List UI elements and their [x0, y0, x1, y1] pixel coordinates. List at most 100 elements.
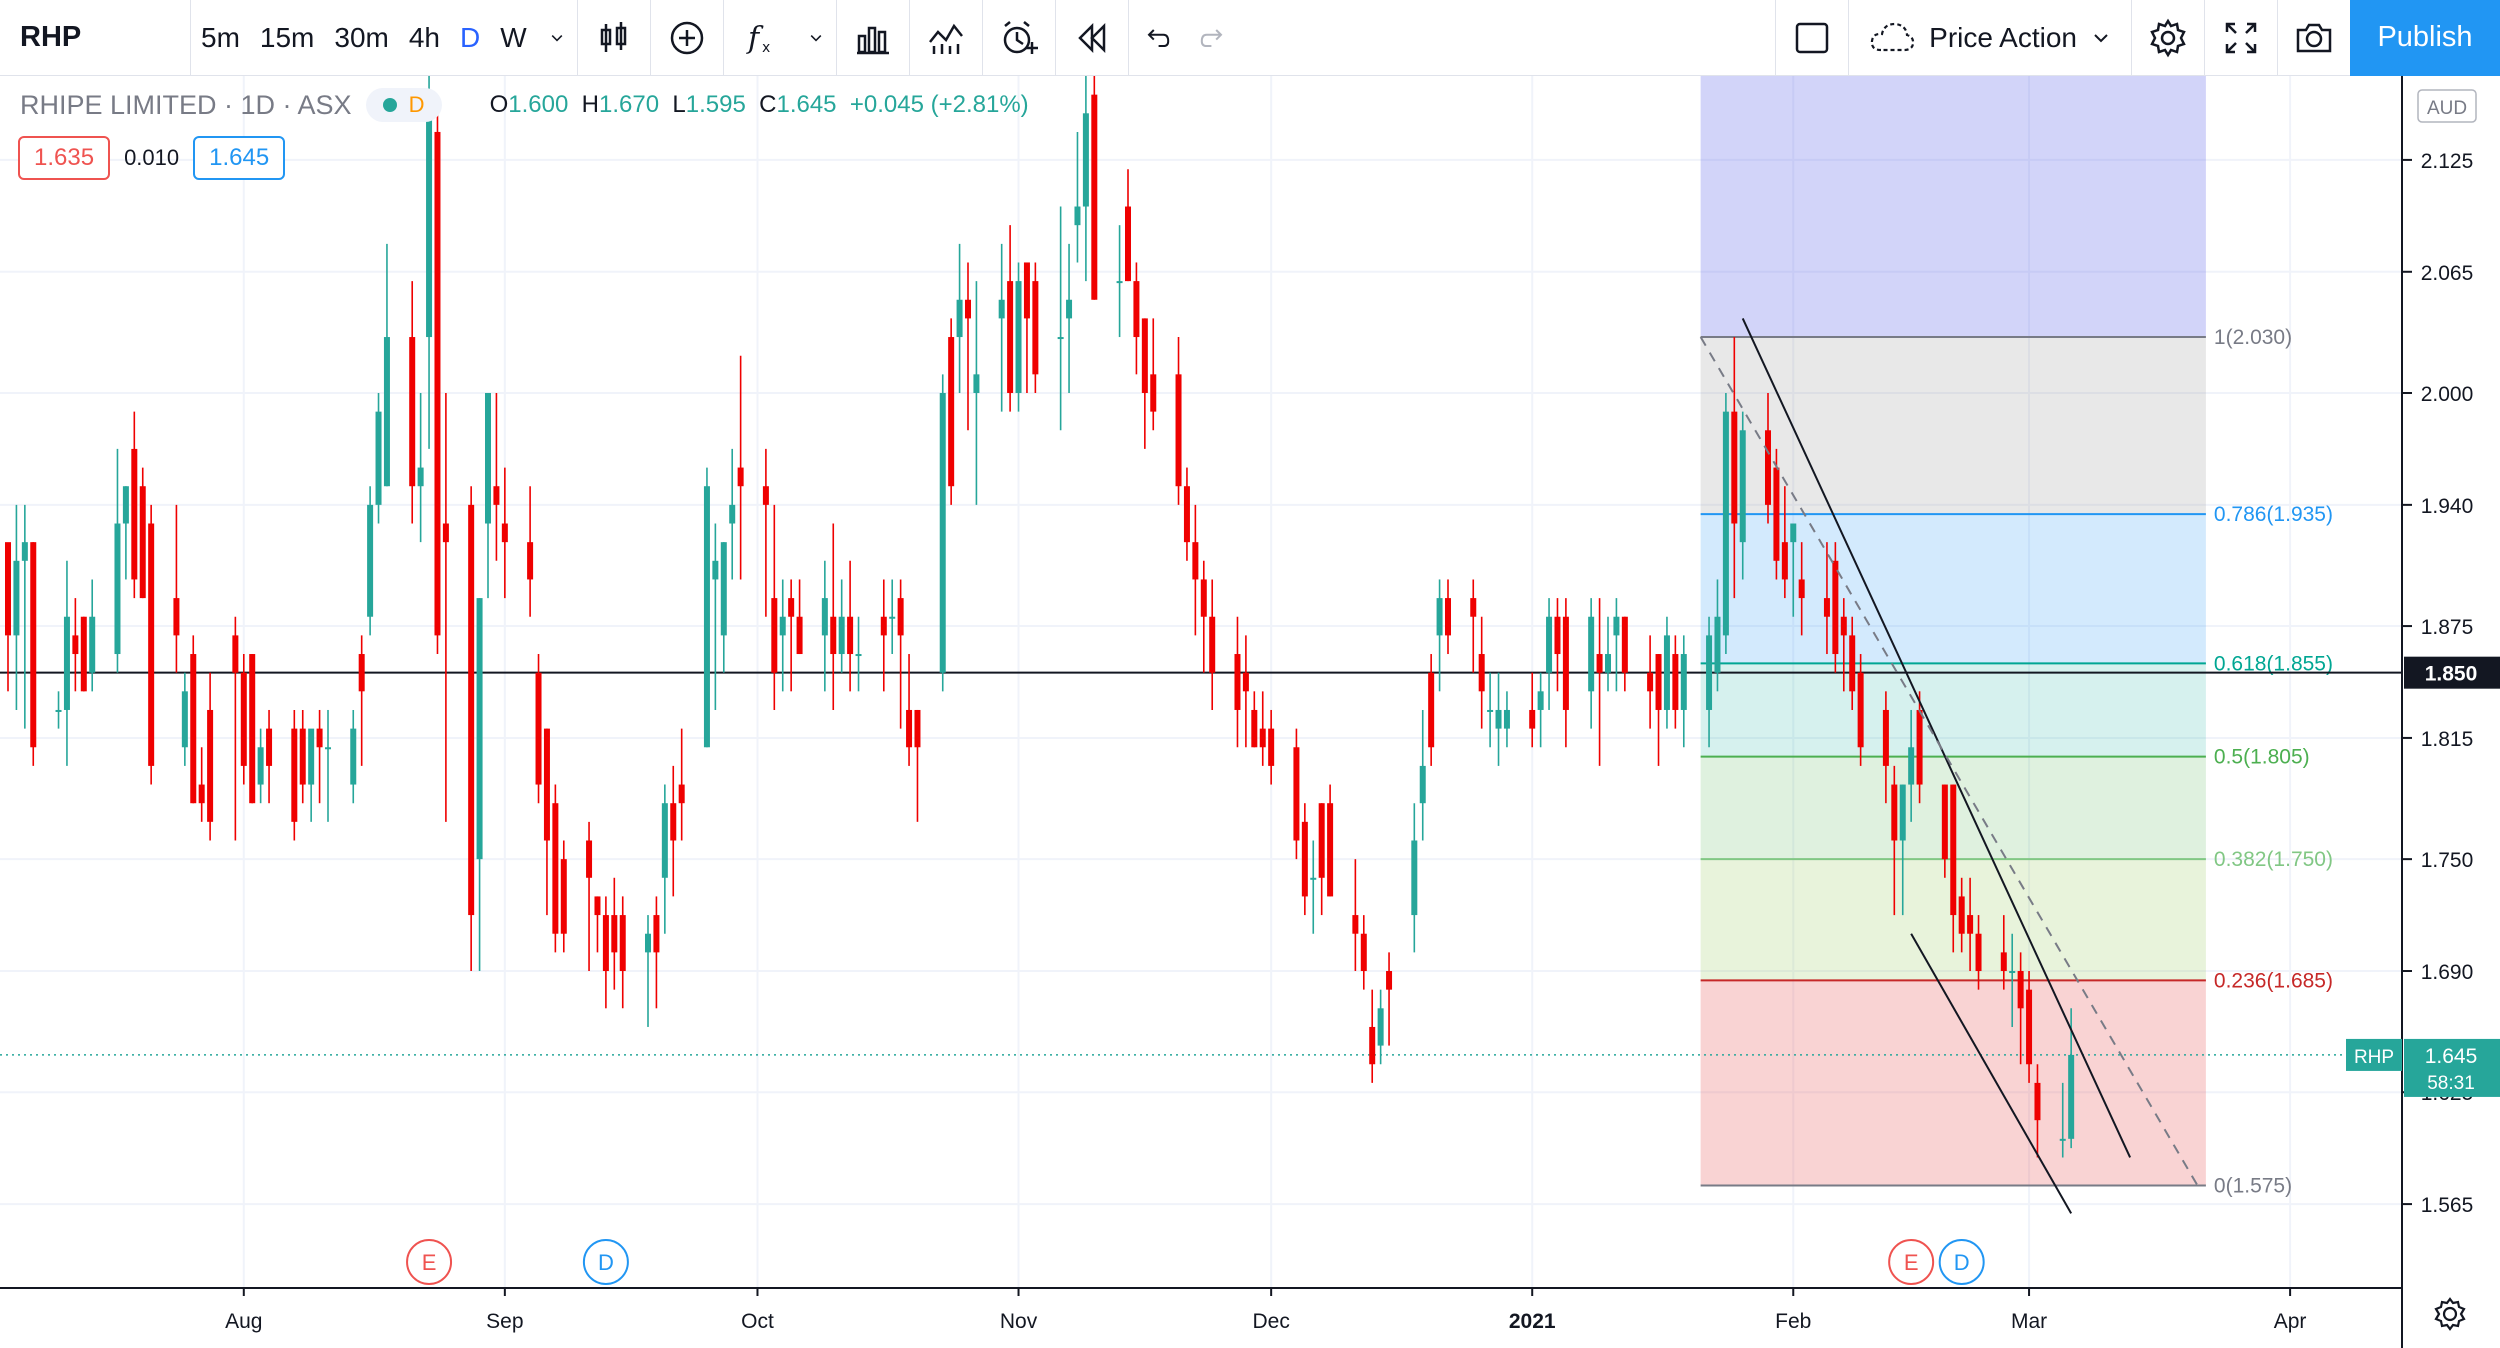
gear-icon[interactable]: [2434, 1297, 2466, 1331]
fib-zone: [1700, 980, 2206, 1186]
candle-body: [619, 915, 626, 972]
candle-body: [779, 616, 786, 636]
candle-body: [2034, 1082, 2041, 1121]
interval-d-button[interactable]: D: [450, 0, 490, 76]
redo-icon[interactable]: [1185, 0, 1241, 76]
fibonacci-retracement[interactable]: 1(2.030)0.786(1.935)0.618(1.855)0.5(1.80…: [1700, 76, 2333, 1197]
candle-body: [325, 747, 331, 750]
candles-icon[interactable]: [578, 0, 650, 76]
candle-body: [358, 654, 365, 692]
fib-level-label: 0.236(1.685): [2214, 969, 2333, 992]
symbol-tag-label: RHP: [2354, 1047, 2394, 1068]
undo-icon[interactable]: [1129, 0, 1185, 76]
candle-body: [383, 337, 390, 487]
candle-body: [1436, 598, 1443, 636]
time-tick-label: Sep: [486, 1310, 523, 1333]
price-tick-label: 1.750: [2421, 849, 2474, 872]
fib-level-label: 0.382(1.750): [2214, 848, 2333, 871]
candle-body: [5, 542, 11, 636]
candle-body: [375, 411, 382, 505]
candle-body: [1967, 915, 1974, 934]
candle-body: [939, 392, 946, 673]
price-tick-label: 1.565: [2421, 1194, 2474, 1217]
candle-body: [316, 728, 323, 748]
candle-body: [1327, 803, 1334, 897]
candle-body: [1680, 654, 1687, 710]
alert-icon[interactable]: [983, 0, 1055, 76]
candle-body: [240, 672, 247, 766]
candle-body: [501, 523, 508, 543]
tradingview-app: RHP 5m 15m 30m 4h D W fx Price Action Pu…: [0, 0, 2500, 1348]
candle-body: [527, 542, 534, 580]
candle-body: [442, 523, 449, 543]
badge-label: D: [408, 92, 425, 117]
candle-body: [257, 747, 264, 785]
candle-body: [880, 616, 887, 636]
candle-body: [737, 467, 744, 487]
gear-icon[interactable]: [2132, 0, 2204, 76]
candle-body: [122, 486, 129, 524]
symbol-search-button[interactable]: RHP: [0, 0, 190, 76]
candle-body: [2017, 971, 2024, 1009]
interval-30m-button[interactable]: 30m: [324, 0, 398, 76]
candle-body: [434, 131, 441, 636]
candle-body: [914, 709, 921, 748]
fullscreen-icon[interactable]: [2205, 0, 2277, 76]
chevron-down-icon[interactable]: [796, 0, 836, 76]
candle-body: [552, 803, 559, 934]
candle-body: [762, 486, 769, 505]
compare-plus-icon[interactable]: [651, 0, 723, 76]
select-layout-icon[interactable]: [1776, 0, 1848, 76]
candle-body: [720, 542, 727, 636]
candle-body: [948, 337, 955, 487]
financials-icon[interactable]: [837, 0, 909, 76]
bar-countdown: 58:31: [2427, 1073, 2475, 1094]
indicators-icon[interactable]: fx: [724, 0, 796, 76]
interval-15m-button[interactable]: 15m: [250, 0, 324, 76]
event-markers[interactable]: EDED: [406, 1239, 1985, 1285]
candle-body: [906, 709, 913, 748]
replay-icon[interactable]: [1056, 0, 1128, 76]
layout-menu-button[interactable]: Price Action: [1849, 0, 2131, 76]
candle-body: [249, 654, 256, 804]
interval-5m-button[interactable]: 5m: [191, 0, 250, 76]
fib-level-label: 1(2.030): [2214, 326, 2292, 349]
sell-price-button[interactable]: 1.635: [18, 136, 111, 180]
candle-body: [1066, 299, 1073, 319]
candle-body: [485, 392, 491, 524]
candle-body: [308, 728, 315, 785]
candle-body: [2068, 1054, 2075, 1139]
publish-button[interactable]: Publish: [2350, 0, 2500, 76]
buy-price-button[interactable]: 1.645: [193, 136, 286, 180]
price-tick-label: 1.940: [2421, 495, 2474, 518]
candle-body: [80, 616, 87, 692]
candle-body: [367, 504, 374, 617]
time-axis[interactable]: Aug Sep Oct Nov Dec 2021 Feb Mar Apr: [0, 1287, 2466, 1333]
time-tick-label: Aug: [225, 1310, 262, 1333]
candle-body: [1790, 523, 1797, 543]
candle-body: [602, 915, 609, 972]
price-axis[interactable]: AUD 2.125 2.065 2.000 1.940 1.875 1.815 1.750 1.…: [2346, 76, 2500, 1348]
status-badge[interactable]: D: [365, 88, 442, 122]
time-tick-label: Nov: [1000, 1310, 1038, 1333]
candle-body: [2000, 952, 2007, 972]
chevron-down-icon[interactable]: [537, 0, 577, 76]
candle-body: [198, 784, 205, 804]
templates-icon[interactable]: [910, 0, 982, 76]
candle-body: [1428, 672, 1435, 748]
interval-4h-button[interactable]: 4h: [399, 0, 450, 76]
ohlc-values: O1.600 H1.670 L1.595 C1.645 +0.045 (+2.8…: [489, 91, 1029, 118]
candle-body: [1209, 616, 1216, 673]
candle-body: [1234, 654, 1241, 710]
candle-body: [1007, 281, 1014, 393]
candle-body: [1672, 654, 1679, 710]
candle-body: [1268, 728, 1275, 766]
close-value: 1.645: [776, 91, 837, 118]
candle-body: [291, 728, 298, 822]
hline-price-label: 1.850: [2425, 663, 2478, 686]
price-chart[interactable]: 1(2.030)0.786(1.935)0.618(1.855)0.5(1.80…: [0, 76, 2500, 1348]
camera-icon[interactable]: [2278, 0, 2350, 76]
candle-body: [1849, 635, 1856, 692]
candle-body: [1546, 616, 1553, 673]
interval-w-button[interactable]: W: [490, 0, 536, 76]
